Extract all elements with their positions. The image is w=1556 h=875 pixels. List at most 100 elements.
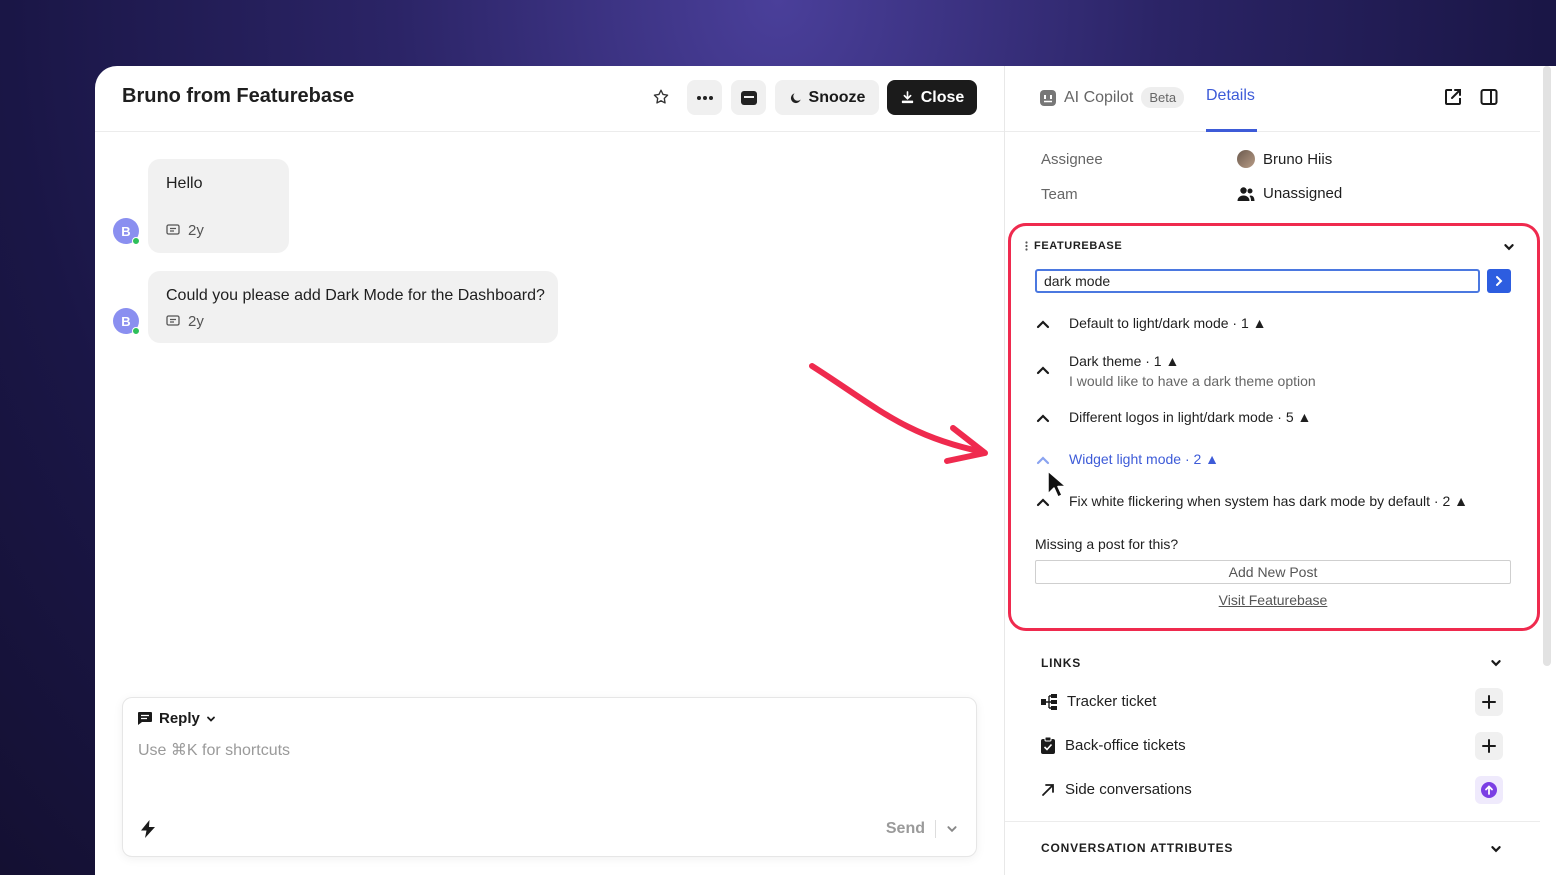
- team-label: Team: [1041, 186, 1078, 203]
- result-title: Dark theme · 1 ▲: [1069, 353, 1180, 369]
- ticket-icon: [740, 90, 757, 105]
- upgrade-arrow-icon: [1481, 782, 1497, 798]
- message-text: Could you please add Dark Mode for the D…: [166, 287, 545, 304]
- assignee-name: Bruno Hiis: [1263, 150, 1333, 168]
- links-section-title[interactable]: LINKS: [1041, 656, 1081, 670]
- reply-input[interactable]: [138, 742, 938, 760]
- message-bubble: Could you please add Dark Mode for the D…: [148, 271, 558, 343]
- chat-icon: [166, 224, 180, 235]
- customer-avatar[interactable]: B: [113, 218, 140, 245]
- chevron-down-icon: [1504, 244, 1514, 251]
- snooze-button[interactable]: Snooze: [775, 80, 879, 115]
- copilot-tab-label: AI Copilot: [1064, 88, 1134, 106]
- avatar-initial: B: [121, 313, 131, 329]
- featurebase-collapse-button[interactable]: [1503, 240, 1515, 258]
- tab-details[interactable]: Details: [1206, 87, 1255, 105]
- send-button[interactable]: Send: [886, 820, 925, 838]
- arrow-up-right-icon: [1042, 783, 1054, 796]
- details-side-panel: AI Copilot Beta Details Assignee Bruno H…: [1005, 66, 1556, 875]
- avatar-initial: B: [121, 223, 131, 239]
- upvote-icon[interactable]: [1035, 452, 1051, 468]
- visit-featurebase-link[interactable]: Visit Featurebase: [1011, 592, 1535, 608]
- link-label: Tracker ticket: [1067, 693, 1157, 710]
- team-icon: [1237, 186, 1255, 201]
- more-options-button[interactable]: [687, 80, 722, 115]
- result-title: Default to light/dark mode · 1 ▲: [1069, 315, 1267, 331]
- add-new-post-button[interactable]: Add New Post: [1035, 560, 1511, 584]
- convert-ticket-button[interactable]: [731, 80, 766, 115]
- reply-mode-label: Reply: [159, 710, 200, 727]
- drag-handle-icon[interactable]: [1025, 241, 1028, 251]
- upvote-icon[interactable]: [1035, 362, 1051, 378]
- lightning-icon: [141, 820, 155, 838]
- toggle-panel-button[interactable]: [1480, 88, 1498, 111]
- upvote-icon[interactable]: [1035, 316, 1051, 332]
- message-meta: 2y: [166, 222, 204, 239]
- conversation-header: Bruno from Featurebase Snooze Close: [95, 66, 1004, 132]
- star-button[interactable]: [648, 84, 674, 110]
- links-collapse-button[interactable]: [1490, 656, 1502, 674]
- conversation-attributes-collapse-button[interactable]: [1490, 842, 1502, 860]
- online-indicator: [132, 237, 140, 245]
- copilot-icon: [1040, 89, 1056, 106]
- featurebase-result-hovered[interactable]: Widget light mode · 2 ▲: [1035, 451, 1219, 468]
- reply-icon: [138, 712, 152, 725]
- result-description: I would like to have a dark theme option: [1069, 373, 1316, 389]
- snooze-label: Snooze: [808, 88, 866, 106]
- assignee-label: Assignee: [1041, 151, 1103, 168]
- featurebase-search-button[interactable]: [1487, 269, 1511, 293]
- chevron-down-icon: [1491, 660, 1501, 667]
- external-link-icon: [1445, 89, 1461, 105]
- customer-avatar[interactable]: B: [113, 308, 140, 335]
- chat-icon: [166, 315, 180, 326]
- open-external-button[interactable]: [1444, 88, 1462, 111]
- tab-ai-copilot[interactable]: AI Copilot Beta: [1040, 87, 1185, 108]
- message-time: 2y: [188, 222, 204, 239]
- featurebase-result[interactable]: Different logos in light/dark mode · 5 ▲: [1035, 409, 1311, 426]
- result-title: Fix white flickering when system has dar…: [1069, 493, 1469, 509]
- featurebase-title: FEATUREBASE: [1034, 240, 1123, 252]
- chevron-down-icon: [206, 716, 215, 722]
- message-bubble: Hello 2y: [148, 159, 289, 253]
- reply-mode-dropdown[interactable]: Reply: [137, 710, 216, 727]
- link-label: Back-office tickets: [1065, 737, 1186, 754]
- link-back-office-tickets[interactable]: Back-office tickets: [1041, 737, 1186, 754]
- conversation-title: Bruno from Featurebase: [122, 85, 355, 107]
- start-side-conversation-button[interactable]: [1475, 776, 1503, 804]
- clipboard-icon: [1041, 737, 1055, 754]
- add-back-office-ticket-button[interactable]: [1475, 732, 1503, 760]
- reply-composer: Reply Send: [122, 697, 977, 857]
- link-tracker-ticket[interactable]: Tracker ticket: [1041, 693, 1156, 710]
- archive-down-icon: [901, 91, 913, 104]
- conversation-attributes-title[interactable]: CONVERSATION ATTRIBUTES: [1041, 841, 1233, 855]
- send-options-chevron-icon[interactable]: [946, 823, 958, 835]
- star-icon: [653, 89, 669, 104]
- tracker-icon: [1041, 693, 1057, 710]
- plus-icon: [1482, 695, 1496, 709]
- featurebase-widget: FEATUREBASE Default to light/dark mode ·…: [1008, 223, 1540, 631]
- add-tracker-ticket-button[interactable]: [1475, 688, 1503, 716]
- featurebase-result[interactable]: Default to light/dark mode · 1 ▲: [1035, 315, 1267, 332]
- message-time: 2y: [188, 313, 204, 330]
- missing-post-text: Missing a post for this?: [1035, 536, 1179, 552]
- side-panel-scrollbar[interactable]: [1543, 66, 1551, 666]
- team-value[interactable]: Unassigned: [1237, 185, 1342, 202]
- upvote-icon[interactable]: [1035, 410, 1051, 426]
- chevron-right-icon: [1496, 276, 1503, 286]
- result-title: Different logos in light/dark mode · 5 ▲: [1069, 409, 1312, 425]
- link-side-conversations[interactable]: Side conversations: [1041, 781, 1192, 798]
- sidebar-layout-icon: [1480, 89, 1498, 105]
- section-divider: [1005, 821, 1540, 822]
- online-indicator: [132, 327, 140, 335]
- ellipsis-icon: [696, 95, 713, 100]
- macros-button[interactable]: [141, 820, 155, 843]
- send-group: Send: [886, 820, 958, 838]
- assignee-value[interactable]: Bruno Hiis: [1237, 150, 1332, 168]
- featurebase-result[interactable]: Fix white flickering when system has dar…: [1035, 493, 1468, 510]
- conversation-pane: Bruno from Featurebase Snooze Close B He…: [95, 66, 1005, 875]
- close-conversation-button[interactable]: Close: [887, 80, 977, 115]
- message-text: Hello: [166, 175, 203, 192]
- featurebase-search-input[interactable]: [1035, 269, 1480, 293]
- featurebase-result[interactable]: Dark theme · 1 ▲ I would like to have a …: [1035, 353, 1316, 389]
- chevron-down-icon: [1491, 846, 1501, 853]
